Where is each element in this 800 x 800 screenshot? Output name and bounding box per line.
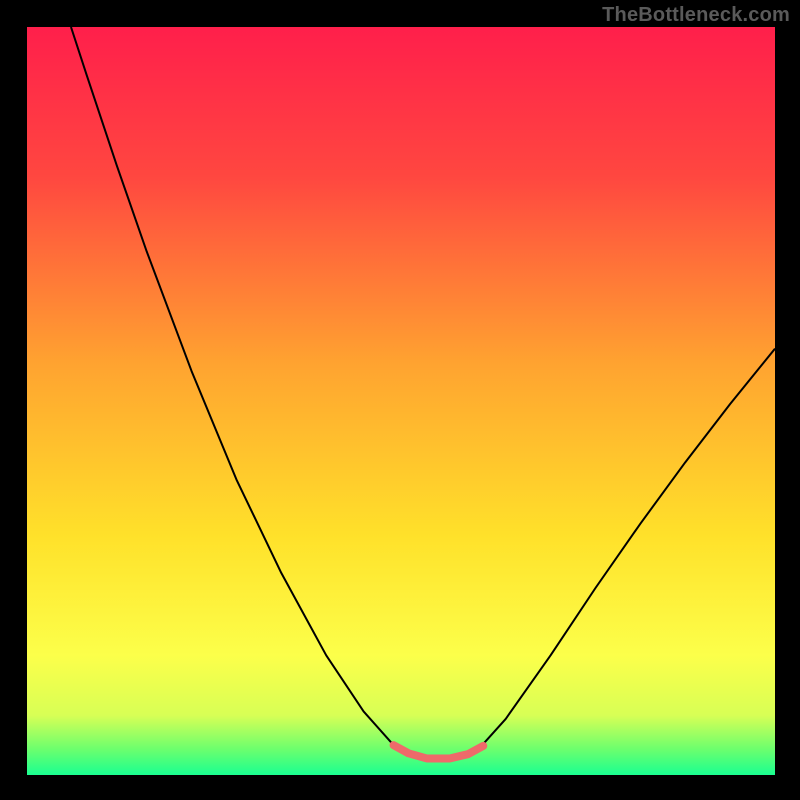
chart-plot-area [27, 27, 775, 775]
chart-svg [27, 27, 775, 775]
chart-background [27, 27, 775, 775]
watermark-text: TheBottleneck.com [602, 4, 790, 27]
chart-stage: TheBottleneck.com [0, 0, 800, 800]
